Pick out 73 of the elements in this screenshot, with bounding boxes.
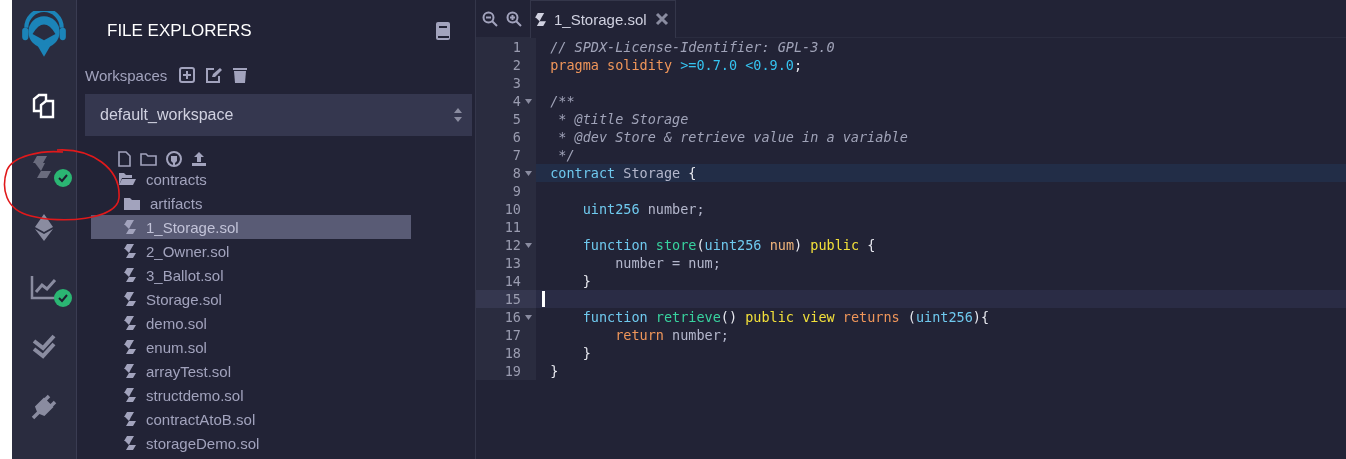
- file-tab[interactable]: 1_Storage.sol: [530, 0, 676, 38]
- close-icon[interactable]: [654, 12, 669, 26]
- folder-icon: [124, 196, 140, 210]
- code-line: // SPDX-License-Identifier: GPL-3.0: [550, 39, 835, 55]
- book-icon[interactable]: [436, 22, 450, 40]
- line-number: 13: [504, 254, 521, 272]
- code-line: /**: [550, 93, 575, 109]
- open-folder-icon: [118, 172, 136, 186]
- text-cursor: [542, 291, 545, 307]
- check-badge-icon: [54, 169, 72, 187]
- select-arrows-icon: [454, 107, 462, 123]
- file-item[interactable]: 3_Ballot.sol: [91, 263, 411, 287]
- fold-caret-icon[interactable]: [525, 242, 532, 248]
- double-check-icon: [31, 334, 57, 360]
- code-line: * @title Storage: [557, 111, 689, 127]
- line-number: 18: [504, 344, 521, 362]
- line-number: 3: [512, 74, 521, 92]
- code-line: * @dev Store & retrieve value in a variable: [557, 129, 908, 145]
- line-number: 19: [504, 362, 521, 380]
- code-line: function store(uint256 num) public {: [581, 237, 876, 253]
- file-item[interactable]: structdemo.sol: [91, 383, 411, 407]
- line-number: 8: [512, 164, 521, 182]
- code-line: uint256 number;: [581, 201, 705, 217]
- workspace-select[interactable]: default_workspace: [85, 94, 472, 136]
- code-line: }: [581, 345, 591, 361]
- upload-icon[interactable]: [191, 151, 207, 167]
- line-number: 11: [504, 218, 521, 236]
- code-line: }: [581, 273, 591, 289]
- panel-title: FILE EXPLORERS: [107, 21, 252, 41]
- file-item[interactable]: 2_Owner.sol: [91, 239, 411, 263]
- line-number: 17: [504, 326, 521, 344]
- folder-item[interactable]: artifacts: [91, 191, 411, 215]
- file-item[interactable]: arrayTest.sol: [91, 359, 411, 383]
- trash-icon[interactable]: [233, 67, 248, 83]
- code-line: }: [550, 363, 559, 379]
- fold-caret-icon[interactable]: [525, 170, 532, 176]
- file-item[interactable]: demo.sol: [91, 311, 411, 335]
- line-number: 9: [512, 182, 521, 200]
- code-line: pragma solidity >=0.7.0 <0.9.0;: [550, 57, 803, 73]
- line-number: 12: [504, 236, 521, 254]
- check-badge-icon: [54, 289, 72, 307]
- line-number: 5: [512, 110, 521, 128]
- chart-icon: [30, 274, 58, 300]
- workspaces-label: Workspaces: [85, 66, 168, 84]
- line-number: 14: [504, 272, 521, 290]
- folder-item[interactable]: contracts: [85, 167, 405, 191]
- line-number: 6: [512, 128, 521, 146]
- line-number: 16: [504, 308, 521, 326]
- line-number: 10: [504, 200, 521, 218]
- file-item[interactable]: enum.sol: [91, 335, 411, 359]
- file-item[interactable]: 1_Storage.sol: [91, 215, 411, 239]
- code-line: number = num;: [614, 255, 721, 271]
- zoom-out-icon[interactable]: [482, 10, 498, 27]
- fold-caret-icon[interactable]: [525, 314, 532, 320]
- file-item[interactable]: Storage.sol: [91, 287, 411, 311]
- file-item[interactable]: contractAtoB.sol: [91, 407, 411, 431]
- line-number: 15: [504, 290, 521, 308]
- file-item[interactable]: storageDemo.sol: [91, 431, 411, 455]
- line-number: 2: [512, 56, 521, 74]
- edit-icon[interactable]: [205, 67, 224, 83]
- code-line: function retrieve() public view returns (uint256){: [581, 309, 990, 325]
- plug-icon: [31, 394, 57, 420]
- code-line: return number;: [614, 327, 729, 343]
- new-folder-icon[interactable]: [140, 152, 157, 166]
- code-line: contract Storage {: [550, 165, 697, 181]
- line-number: 1: [512, 38, 521, 56]
- zoom-in-icon[interactable]: [506, 10, 522, 27]
- fold-caret-icon[interactable]: [525, 98, 532, 104]
- line-number: 4: [512, 92, 521, 110]
- code-line: */: [557, 147, 575, 163]
- new-file-icon[interactable]: [118, 151, 131, 167]
- line-number: 7: [512, 146, 521, 164]
- add-icon[interactable]: [179, 67, 196, 83]
